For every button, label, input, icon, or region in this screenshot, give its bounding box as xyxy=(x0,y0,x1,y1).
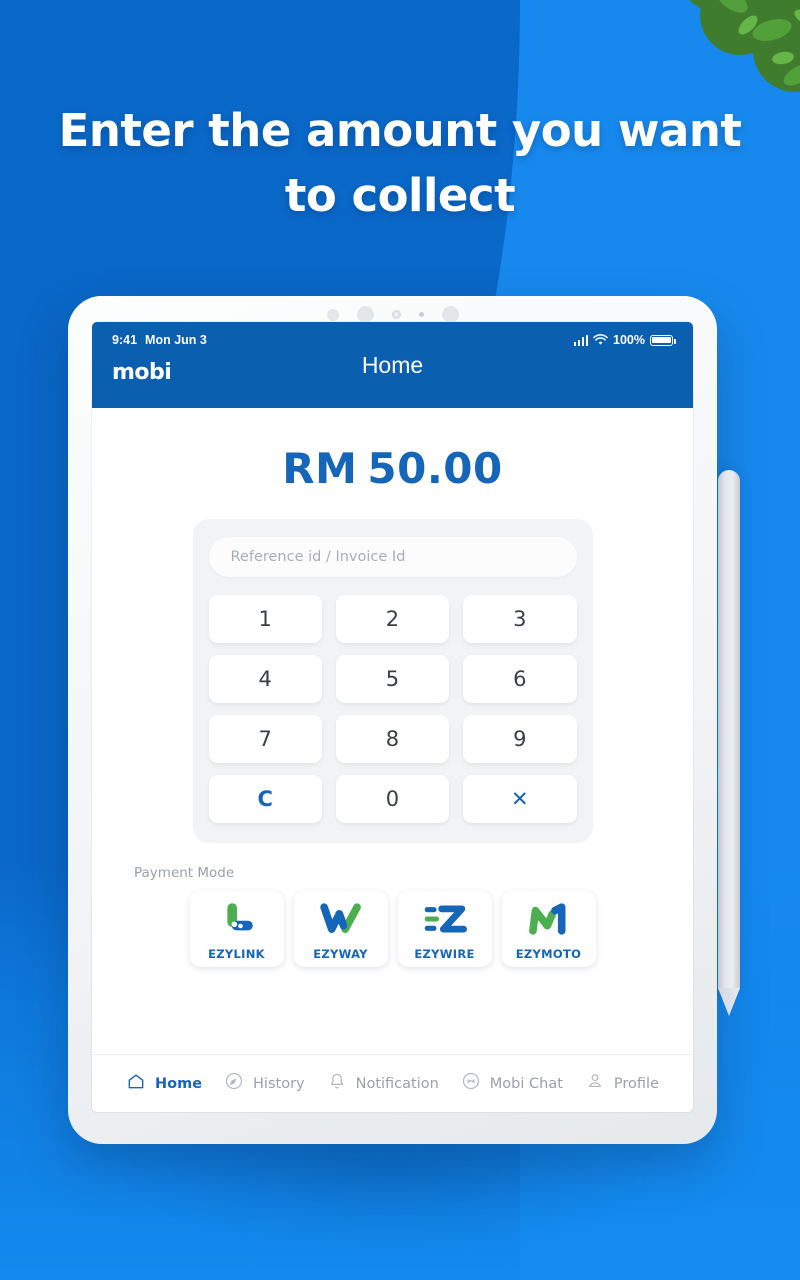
keypad-key-4[interactable]: 4 xyxy=(208,655,322,703)
keypad-key-close[interactable]: ✕ xyxy=(463,775,577,823)
speaker-dot xyxy=(441,306,459,323)
nav-item-profile[interactable]: Profile xyxy=(585,1071,659,1096)
payment-mode-label: EZYLINK xyxy=(208,946,265,961)
payment-mode-list: EZYLINK EZYWAY EZYWIRE EZYMOTO xyxy=(122,891,663,967)
sensor-dot xyxy=(326,308,339,321)
promo-headline: Enter the amount you want to collect xyxy=(0,98,800,229)
status-bar-right: 100% xyxy=(573,333,676,347)
battery-percent-label: 100% xyxy=(613,333,645,347)
payment-mode-label: EZYMOTO xyxy=(515,946,582,961)
nav-item-history[interactable]: History xyxy=(224,1071,305,1096)
payment-mode-ezywire[interactable]: EZYWIRE xyxy=(397,891,492,967)
app-body: RM50.00 123 456 789 C0 ✕ Payment Mode EZYLIN… xyxy=(92,408,693,1054)
keypad-key-3[interactable]: 3 xyxy=(463,595,577,643)
cellular-signal-icon xyxy=(573,334,589,346)
ezywire-logo xyxy=(423,898,467,945)
status-date: Mon Jun 3 xyxy=(145,333,207,347)
amount-currency: RM xyxy=(282,444,358,493)
compass-icon xyxy=(224,1071,244,1096)
tablet-device-frame: 9:41 Mon Jun 3 100% mobi Home RM 50.00 R… xyxy=(68,296,717,1144)
keypad-key-0[interactable]: 0 xyxy=(335,775,450,823)
keypad-card: 123 456 789 C0 ✕ xyxy=(192,519,593,843)
reference-id-input[interactable] xyxy=(208,537,577,577)
keypad-key-6[interactable]: 6 xyxy=(463,655,577,703)
wifi-icon xyxy=(593,334,608,345)
bell-icon xyxy=(327,1071,347,1096)
front-camera-icon xyxy=(391,310,401,319)
bottom-navigation-bar: Home History Notification Mobi Chat Profile xyxy=(92,1054,693,1112)
payment-mode-label: EZYWIRE xyxy=(414,946,475,961)
amount-display: RM 50.00 xyxy=(122,444,663,493)
nav-item-label: History xyxy=(253,1075,305,1092)
nav-item-notification[interactable]: Notification xyxy=(327,1071,439,1096)
payment-mode-label: EZYWAY xyxy=(313,946,368,961)
nav-item-label: Notification xyxy=(355,1075,439,1092)
keypad-key-clear[interactable]: C xyxy=(208,775,322,823)
tablet-screen: 9:41 Mon Jun 3 100% mobi Home RM 50.00 R… xyxy=(92,322,693,1112)
keypad-key-8[interactable]: 8 xyxy=(335,715,450,763)
ezylink-logo xyxy=(216,898,258,945)
app-header-title-row: mobi Home xyxy=(112,352,673,394)
tablet-sensor-row xyxy=(68,306,717,323)
status-bar-left: 9:41 Mon Jun 3 xyxy=(112,333,207,347)
page-title: Home xyxy=(361,352,424,378)
person-icon xyxy=(585,1071,605,1096)
numeric-keypad: 1 2 3 4 5 6 7 8 9 C 0 ✕ xyxy=(208,595,577,823)
payment-mode-ezymoto[interactable]: EZYMOTO xyxy=(501,891,596,967)
keypad-key-2[interactable]: 2 xyxy=(335,595,450,643)
nav-item-home[interactable]: Home xyxy=(126,1071,202,1096)
ezymoto-logo xyxy=(527,898,571,945)
keypad-key-9[interactable]: 9 xyxy=(463,715,577,763)
nav-item-mobi-chat[interactable]: Mobi Chat xyxy=(461,1071,563,1096)
stylus-pen xyxy=(718,470,740,1016)
light-sensor-dot xyxy=(418,312,424,317)
promo-headline-line1: Enter the amount you want xyxy=(58,104,742,157)
payment-mode-ezyway[interactable]: EZYWAY xyxy=(293,891,388,967)
chat-icon xyxy=(461,1071,481,1096)
payment-mode-ezylink[interactable]: EZYLINK xyxy=(189,891,284,967)
keypad-key-1[interactable]: 1 xyxy=(208,595,322,643)
payment-mode-label: Payment Mode xyxy=(134,865,235,881)
keypad-key-7[interactable]: 7 xyxy=(208,715,322,763)
app-header: 9:41 Mon Jun 3 100% mobi Home xyxy=(92,322,693,408)
nav-item-label: Home xyxy=(155,1075,203,1092)
status-time: 9:41 xyxy=(112,333,138,347)
promo-headline-line2: to collect xyxy=(284,169,516,223)
battery-icon xyxy=(650,334,676,346)
home-icon xyxy=(126,1071,146,1096)
nav-item-label: Profile xyxy=(613,1075,659,1092)
ezyway-logo xyxy=(319,898,363,945)
amount-value: 50.00 xyxy=(367,444,503,493)
keypad-key-5[interactable]: 5 xyxy=(335,655,450,703)
speaker-dot xyxy=(356,306,374,323)
nav-item-label: Mobi Chat xyxy=(489,1075,563,1092)
status-bar: 9:41 Mon Jun 3 100% xyxy=(112,331,676,349)
